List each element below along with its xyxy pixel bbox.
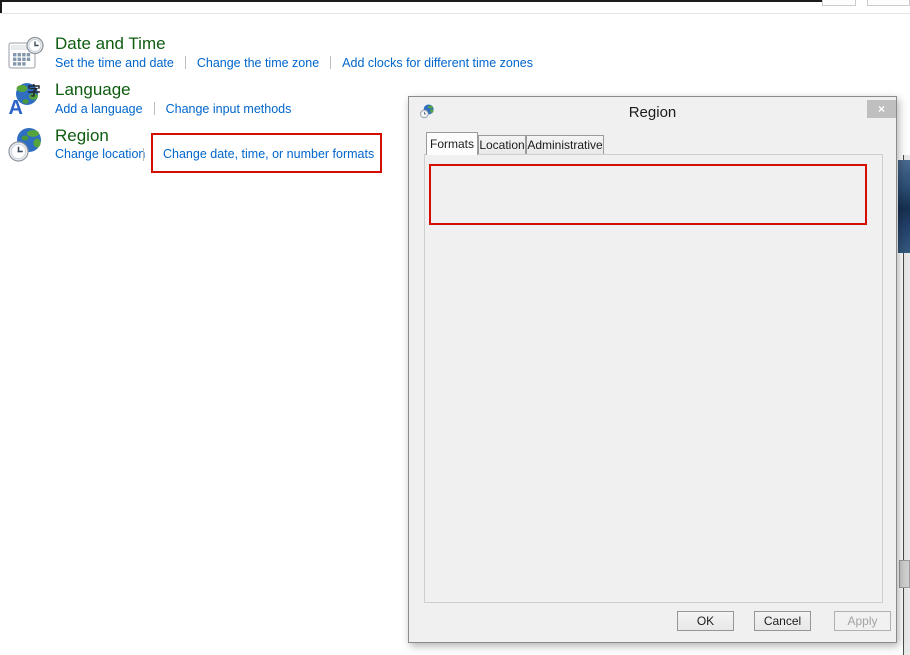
link-change-location[interactable]: Change location (55, 147, 145, 161)
background-window-left-edge (0, 0, 2, 14)
link-separator (330, 56, 331, 69)
tab-location[interactable]: Location (478, 135, 526, 154)
cancel-button[interactable]: Cancel (754, 611, 811, 631)
section-title-region[interactable]: Region (55, 126, 109, 146)
close-button[interactable]: × (867, 100, 896, 118)
link-change-input-methods[interactable]: Change input methods (166, 102, 292, 116)
link-separator (185, 56, 186, 69)
section-title-language[interactable]: Language (55, 80, 131, 100)
dialog-title: Region (409, 104, 896, 121)
background-window-top-bar (0, 0, 822, 2)
link-set-time-and-date[interactable]: Set the time and date (55, 56, 174, 70)
formats-tab-page (424, 154, 883, 603)
region-dialog: Region × Formats Location Administrative… (408, 96, 897, 643)
date-and-time-task-links: Set the time and date Change the time zo… (55, 55, 533, 70)
close-x-icon: × (878, 103, 885, 115)
calendar-clock-icon (8, 35, 44, 71)
link-add-a-language[interactable]: Add a language (55, 102, 143, 116)
apply-button[interactable]: Apply (834, 611, 891, 631)
globe-clock-icon (8, 127, 44, 163)
language-task-links: Add a language Change input methods (55, 101, 291, 116)
ok-button[interactable]: OK (677, 611, 734, 631)
background-window-fragment (898, 160, 910, 253)
language-globe-icon: 字 A (8, 81, 44, 117)
link-separator (154, 102, 155, 115)
link-change-time-zone[interactable]: Change the time zone (197, 56, 319, 70)
background-window-fragment (822, 0, 856, 6)
tab-formats[interactable]: Formats (426, 132, 478, 155)
link-change-date-time-number-formats[interactable]: Change date, time, or number formats (163, 147, 374, 161)
link-separator (143, 148, 144, 161)
svg-text:字: 字 (28, 84, 41, 100)
svg-text:A: A (9, 97, 23, 117)
link-add-clocks[interactable]: Add clocks for different time zones (342, 56, 533, 70)
toolbar-divider (0, 13, 910, 14)
section-title-date-and-time[interactable]: Date and Time (55, 34, 166, 54)
background-window-fragment (867, 0, 910, 6)
background-scrollbar-thumb[interactable] (899, 560, 910, 588)
tab-administrative[interactable]: Administrative (526, 135, 604, 154)
